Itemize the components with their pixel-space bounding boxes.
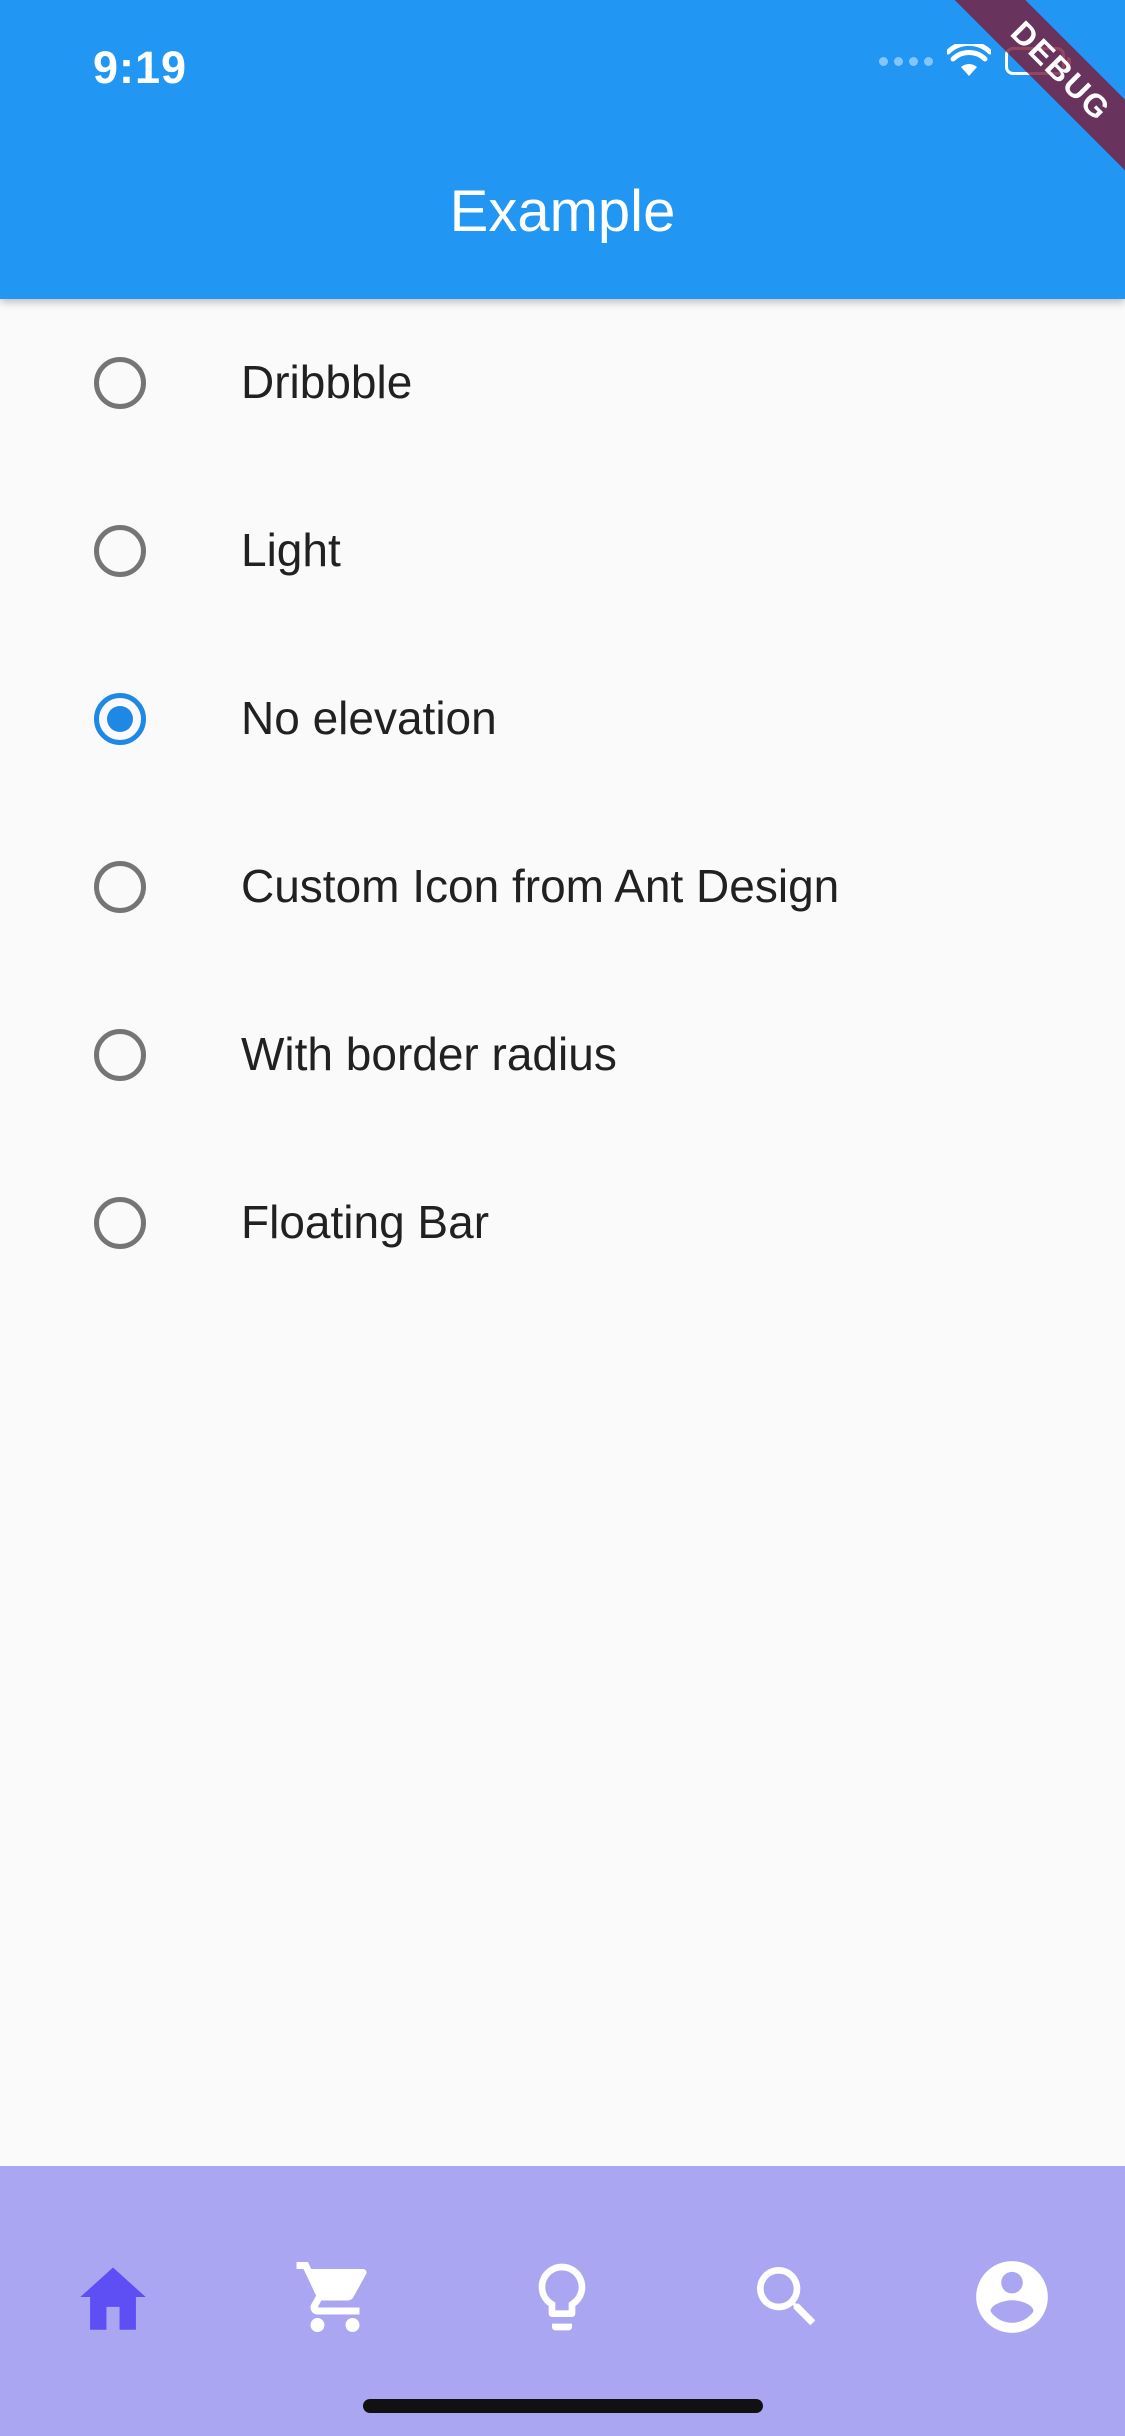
debug-banner: DEBUG xyxy=(945,0,1125,180)
radio-label: Light xyxy=(241,524,341,576)
nav-item-ideas[interactable] xyxy=(517,2252,607,2342)
radio-label: No elevation xyxy=(241,692,497,744)
nav-item-search[interactable] xyxy=(742,2252,832,2342)
radio-option-floating-bar[interactable]: Floating Bar xyxy=(0,1139,1125,1307)
radio-label: With border radius xyxy=(241,1028,617,1080)
radio-option-list: Dribbble Light No elevation Custom Icon … xyxy=(0,299,1125,1307)
cellular-signal-icon xyxy=(879,56,933,66)
status-time: 9:19 xyxy=(93,42,188,93)
search-icon xyxy=(757,2267,816,2326)
radio-option-custom-icon[interactable]: Custom Icon from Ant Design xyxy=(0,803,1125,971)
radio-label: Floating Bar xyxy=(241,1196,490,1248)
radio-button-selected[interactable] xyxy=(94,693,146,745)
cart-icon xyxy=(296,2262,367,2332)
nav-item-home[interactable] xyxy=(68,2252,158,2342)
nav-item-cart[interactable] xyxy=(290,2252,380,2342)
debug-banner-label: DEBUG xyxy=(945,0,1125,180)
radio-label: Custom Icon from Ant Design xyxy=(241,860,840,912)
page-title: Example xyxy=(449,179,676,244)
home-icon xyxy=(80,2267,146,2330)
app-screen: 9:19 Example DEBUG Dribbble Light No ele… xyxy=(0,0,1125,2436)
radio-option-border-radius[interactable]: With border radius xyxy=(0,971,1125,1139)
lightbulb-icon xyxy=(538,2263,586,2331)
radio-button[interactable] xyxy=(94,1197,146,1249)
radio-button[interactable] xyxy=(94,357,146,409)
home-indicator[interactable] xyxy=(363,2399,763,2413)
account-icon xyxy=(976,2261,1048,2333)
radio-option-no-elevation[interactable]: No elevation xyxy=(0,635,1125,803)
radio-option-dribbble[interactable]: Dribbble xyxy=(0,299,1125,467)
radio-option-light[interactable]: Light xyxy=(0,467,1125,635)
radio-label: Dribbble xyxy=(241,356,413,408)
bottom-navigation-bar xyxy=(0,2166,1125,2436)
radio-button[interactable] xyxy=(94,525,146,577)
nav-item-account[interactable] xyxy=(967,2252,1057,2342)
radio-button[interactable] xyxy=(94,861,146,913)
radio-button[interactable] xyxy=(94,1029,146,1081)
